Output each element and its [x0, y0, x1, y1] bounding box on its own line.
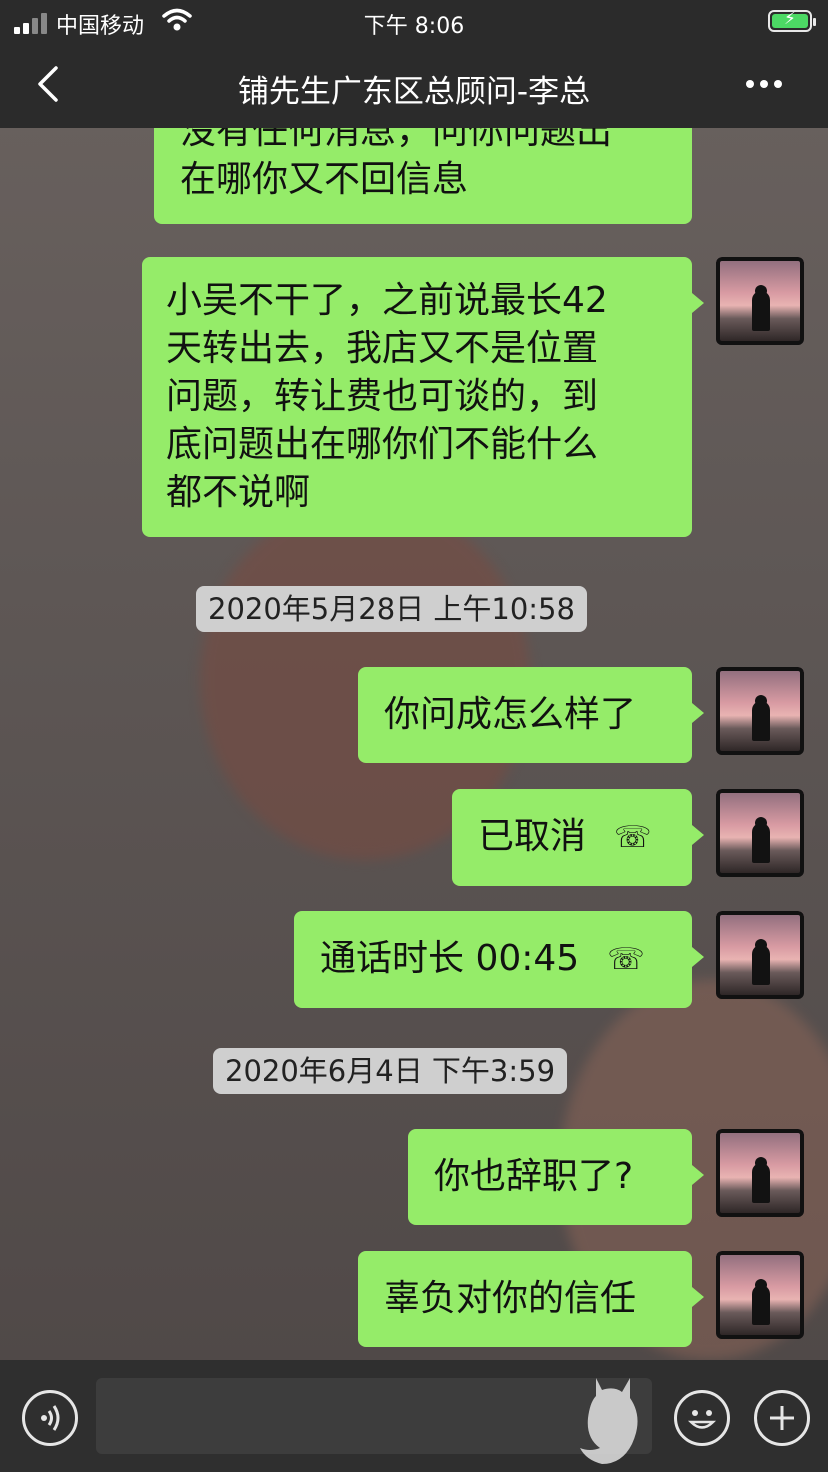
avatar[interactable] — [716, 1129, 804, 1217]
timestamp: 2020年5月28日 上午10:58 — [196, 586, 587, 632]
chat-title: 铺先生广东区总顾问-李总 — [237, 74, 591, 110]
voice-icon[interactable] — [22, 1390, 78, 1446]
emoji-icon[interactable] — [674, 1390, 730, 1446]
navigation-bar: 铺先生广东区总顾问-李总 — [0, 46, 828, 128]
phone-hangup-icon: ☏ — [614, 820, 652, 855]
message-bubble[interactable]: 没有任何消息，问你问题出 在哪你又不回信息 — [154, 128, 692, 224]
call-status-text: 已取消 — [478, 816, 587, 857]
message-bubble[interactable]: 你问成怎么样了 — [358, 667, 704, 763]
battery-icon: ⚡ — [768, 9, 816, 32]
message-bubble[interactable]: 你也辞职了? — [408, 1129, 704, 1225]
message-bubble[interactable]: 小吴不干了，之前说最长42 天转出去，我店又不是位置 问题，转让费也可谈的，到 … — [142, 257, 704, 537]
avatar[interactable] — [716, 911, 804, 999]
ellipsis-icon[interactable] — [744, 66, 784, 106]
avatar[interactable] — [716, 1251, 804, 1339]
call-record-bubble[interactable]: 已取消 ☏ — [452, 789, 704, 886]
message-list[interactable]: 没有任何消息，问你问题出 在哪你又不回信息 小吴不干了，之前说最长42 天转出去… — [0, 128, 828, 1360]
input-bar — [0, 1360, 828, 1472]
avatar[interactable] — [716, 257, 804, 345]
avatar[interactable] — [716, 789, 804, 877]
timestamp: 2020年6月4日 下午3:59 — [213, 1048, 568, 1094]
avatar[interactable] — [716, 667, 804, 755]
cat-watermark-icon — [580, 1378, 638, 1464]
message-bubble[interactable]: 辜负对你的信任 — [358, 1251, 704, 1347]
call-duration-text: 通话时长 00:45 — [320, 938, 580, 979]
plus-icon[interactable] — [754, 1390, 810, 1446]
status-bar: 中国移动 下午 8:06 ⚡ — [0, 0, 828, 46]
status-time: 下午 8:06 — [363, 14, 465, 39]
phone-hangup-icon: ☏ — [607, 942, 645, 977]
call-record-bubble[interactable]: 通话时长 00:45 ☏ — [294, 911, 704, 1008]
